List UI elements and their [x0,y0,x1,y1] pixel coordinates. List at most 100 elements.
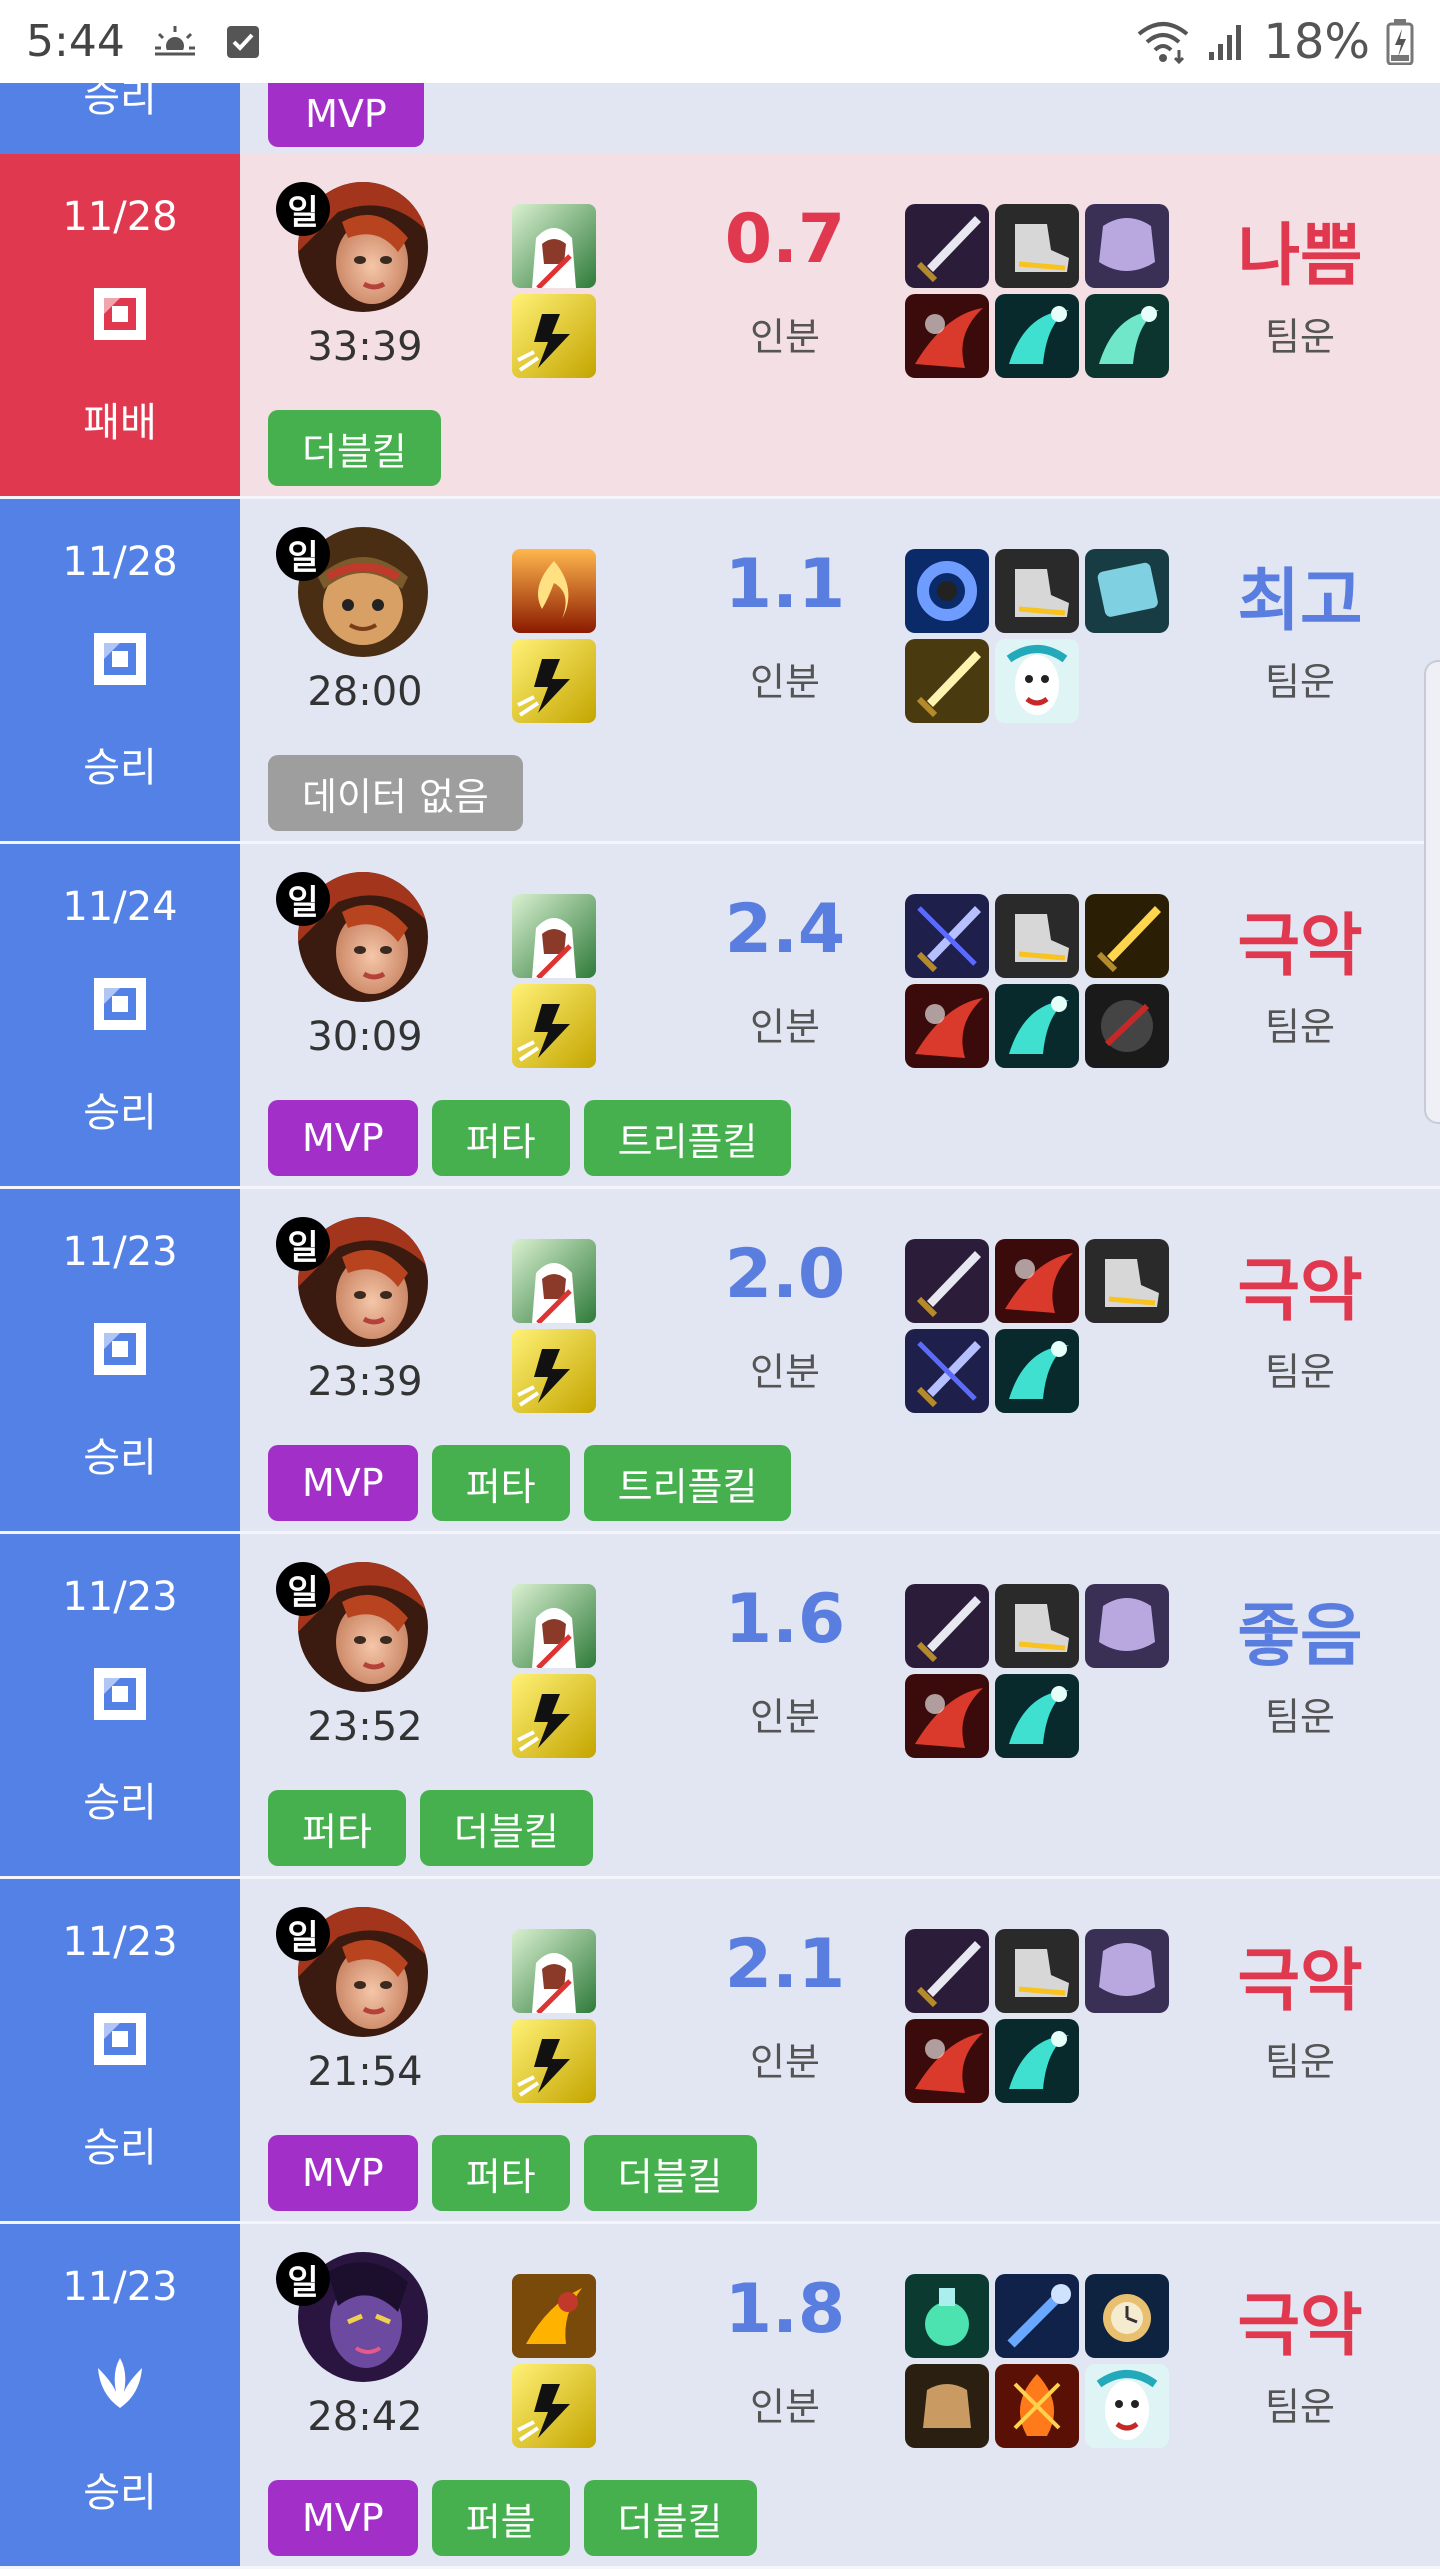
tag-badge: 퍼타 [431,1100,570,1176]
match-duration: 30:09 [307,1014,423,1060]
match-date: 11/23 [62,1229,178,1275]
item-fire-icon [995,2364,1079,2448]
performance-score-label: 인분 [750,1005,820,1049]
performance-score: 2.4 [724,890,846,969]
item-sword-icon [905,1929,989,2013]
match-details: 일 21:54 2.1 인분 극악 팀운 MVP 퍼타 더블킬 [240,1879,1440,2221]
item-blade-icon [905,639,989,723]
tag-list: 데이터 없음 [268,755,523,831]
item-sword-icon [905,1239,989,1323]
performance-score: 1.8 [724,2270,846,2349]
item-teal-icon [995,1674,1079,1758]
tag-mvp: MVP [268,81,424,147]
team-luck-value: 최고 [1237,562,1363,641]
performance-score: 1.6 [724,1580,846,1659]
tag-badge: 퍼블 [431,2480,570,2556]
match-row[interactable]: 11/24 승리 일 30:09 2.4 인분 극악 팀운 MVP 퍼타 트리플킬 [0,844,1440,1189]
spell-ghost-icon [512,1239,596,1323]
item-book-icon [1085,549,1169,633]
battery-charging-icon [1386,18,1414,65]
match-details: 일 23:39 2.0 인분 극악 팀운 MVP 퍼타 트리플킬 [240,1189,1440,1531]
spell-flash-icon [512,639,596,723]
team-luck-label: 팀운 [1265,2385,1335,2429]
item-boots-icon [995,894,1079,978]
item-boots-icon [995,549,1079,633]
item-dark-icon [1085,984,1169,1068]
tag-list: MVP 퍼블 더블킬 [268,2480,757,2556]
match-row[interactable]: 11/23 승리 일 21:54 2.1 인분 극악 팀운 MVP 퍼타 더블킬 [0,1879,1440,2224]
item-xsword-icon [905,1329,989,1413]
match-date: 11/23 [62,2264,178,2310]
team-luck-label: 팀운 [1265,1350,1335,1394]
item-claw-icon [905,2019,989,2103]
spell-flash-icon [512,1674,596,1758]
item-teal-icon [995,1329,1079,1413]
team-luck-value: 극악 [1237,1252,1363,1331]
match-result: 승리 [83,1780,157,1826]
swift-mode-icon [90,2009,150,2069]
position-badge: 일 [276,1217,330,1271]
spell-ghost-icon [512,1584,596,1668]
team-luck-label: 팀운 [1265,2040,1335,2084]
position-badge: 일 [276,527,330,581]
item-gauntlet-icon [905,2364,989,2448]
team-luck-value: 극악 [1237,1942,1363,2021]
signal-icon [1209,24,1242,60]
position-badge: 일 [276,182,330,236]
tag-list: 퍼타 더블킬 [268,1790,593,1866]
tag-list: 더블킬 [268,410,441,486]
match-result-panel: 11/28 승리 [0,499,240,841]
performance-score-label: 인분 [750,315,820,359]
performance-score-label: 인분 [750,660,820,704]
item-boots-icon [995,1584,1079,1668]
tag-badge: 퍼타 [431,2135,570,2211]
spell-flash-icon [512,294,596,378]
tag-badge: 데이터 없음 [268,755,523,831]
match-details: 일 33:39 0.7 인분 나쁨 팀운 더블킬 [240,154,1440,496]
match-row[interactable]: 11/28 패배 일 33:39 0.7 인분 나쁨 팀운 더블킬 [0,154,1440,499]
tag-badge: 퍼타 [431,1445,570,1521]
spell-flash-icon [512,984,596,1068]
match-row[interactable]: 11/23 승리 일 28:42 1.8 인분 극악 팀운 MVP 퍼블 더블킬 [0,2224,1440,2569]
match-result: 승리 [83,1435,157,1481]
match-duration: 21:54 [307,2049,423,2095]
tag-list: MVP 퍼타 트리플킬 [268,1100,792,1176]
item-watch-icon [1085,2274,1169,2358]
item-wand-icon [995,2274,1079,2358]
performance-score-label: 인분 [750,1695,820,1739]
match-duration: 33:39 [307,324,423,370]
match-date: 11/28 [62,539,178,585]
tag-list: MVP 퍼타 더블킬 [268,2135,757,2211]
spell-flash-icon [512,2364,596,2448]
match-duration: 23:52 [307,1704,423,1750]
scrollbar-handle[interactable] [1424,660,1440,1124]
match-details: 일 23:52 1.6 인분 좋음 팀운 퍼타 더블킬 [240,1534,1440,1876]
item-boots-icon [1085,1239,1169,1323]
item-boots-icon [995,1929,1079,2013]
status-bar: 5:44 18% [0,0,1440,83]
spell-ignite-icon [512,549,596,633]
item-armor-icon [1085,1929,1169,2013]
item-mask-icon [1085,2364,1169,2448]
item-pick-icon [1085,294,1169,378]
swift-mode-icon [90,629,150,689]
match-row[interactable]: 11/28 승리 일 28:00 1.1 인분 최고 팀운 데이터 없음 [0,499,1440,844]
weather-icon [152,25,197,62]
match-result: 승리 [83,745,157,791]
match-row[interactable]: 11/23 승리 일 23:39 2.0 인분 극악 팀운 MVP 퍼타 트리플킬 [0,1189,1440,1534]
item-mask-icon [995,639,1079,723]
item-ring-icon [905,549,989,633]
performance-score-label: 인분 [750,2040,820,2084]
spell-flash-icon [512,2019,596,2103]
team-luck-label: 팀운 [1265,660,1335,704]
match-row[interactable]: 11/23 승리 일 23:52 1.6 인분 좋음 팀운 퍼타 더블킬 [0,1534,1440,1879]
swift-mode-icon [90,1664,150,1724]
match-result-panel: 11/24 승리 [0,844,240,1186]
item-claw-icon [905,984,989,1068]
item-teal-icon [995,984,1079,1068]
match-result-panel: 11/28 패배 [0,154,240,496]
tag-badge: 더블킬 [583,2135,757,2211]
swift-mode-icon [90,974,150,1034]
match-row-partial[interactable]: 승리 MVP [0,81,1440,157]
performance-score: 2.1 [724,1925,846,2004]
